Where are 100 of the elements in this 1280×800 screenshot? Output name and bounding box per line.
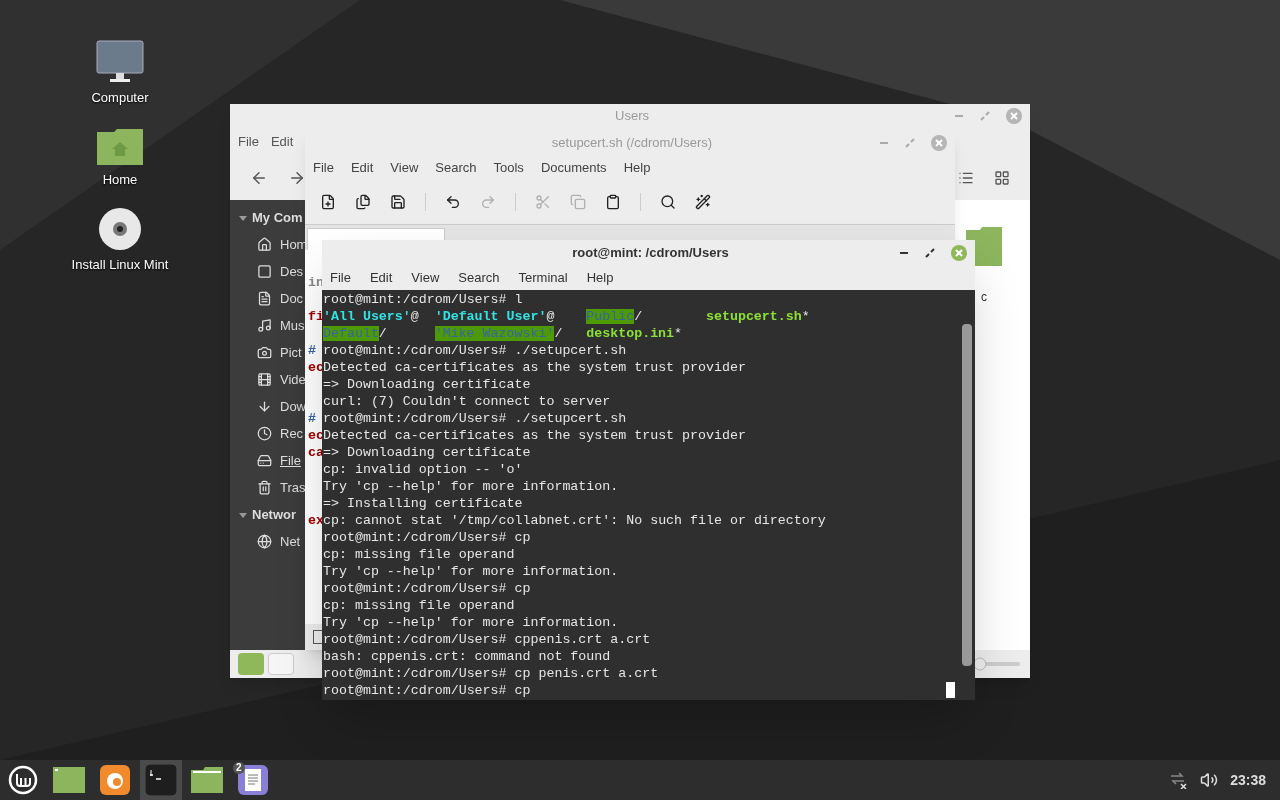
sidebar-item[interactable]: Vide bbox=[280, 369, 306, 390]
file-type-suffix: / bbox=[378, 326, 387, 341]
menu-item[interactable]: Search bbox=[435, 157, 477, 178]
terminal-line: cp: missing file operand bbox=[323, 546, 515, 563]
file-name: 'Default User' bbox=[434, 309, 547, 324]
volume-icon[interactable] bbox=[1200, 771, 1219, 789]
text-editor-icon[interactable] bbox=[238, 765, 268, 795]
sidebar-item[interactable]: Mus bbox=[280, 315, 305, 336]
menu-item[interactable]: Search bbox=[458, 267, 500, 288]
grid-view-icon[interactable] bbox=[994, 170, 1010, 186]
terminal-line: root@mint:/cdrom/Users# cp bbox=[323, 682, 531, 699]
paste-icon[interactable] bbox=[605, 194, 621, 210]
file-label[interactable]: c bbox=[981, 288, 987, 306]
terminal-line: Detected ca-certificates as the system trust provider bbox=[323, 359, 746, 376]
sidebar-item-icon bbox=[257, 318, 272, 333]
file-name: setupcert.sh bbox=[706, 309, 802, 324]
monitor-icon[interactable] bbox=[96, 40, 144, 84]
file-type-suffix: / bbox=[634, 309, 643, 324]
terminal-line: Try 'cp --help' for more information. bbox=[323, 614, 619, 631]
terminal-line: root@mint:/cdrom/Users# cp bbox=[323, 580, 531, 597]
sidebar-heading: Networ bbox=[252, 505, 297, 524]
sidebar-item[interactable]: File bbox=[280, 450, 301, 471]
replace-icon[interactable] bbox=[695, 194, 711, 210]
sidebar-item[interactable]: Dow bbox=[280, 396, 306, 417]
terminal-line: root@mint:/cdrom/Users# ./setupcert.sh bbox=[323, 342, 627, 359]
menu-item[interactable]: Edit bbox=[350, 157, 374, 178]
menu-item[interactable]: Help bbox=[623, 157, 651, 178]
menu-item[interactable]: Edit bbox=[369, 267, 393, 288]
menu-item[interactable]: File bbox=[313, 157, 334, 178]
clock[interactable]: 23:38 bbox=[1230, 769, 1266, 791]
terminal-line: curl: (7) Couldn't connect to server bbox=[323, 393, 611, 410]
terminal-line: => Downloading certificate bbox=[323, 444, 531, 461]
terminal-line: cp: missing file operand bbox=[323, 597, 515, 614]
file-name: Public bbox=[586, 309, 635, 324]
menu-item[interactable]: Terminal bbox=[518, 267, 568, 288]
scrollbar[interactable] bbox=[962, 324, 972, 666]
window-count-badge: 2 bbox=[233, 762, 245, 774]
desktop-icon-label[interactable]: Home bbox=[102, 169, 138, 189]
terminal-line: root@mint:/cdrom/Users# cp penis.crt a.crt bbox=[323, 665, 659, 682]
search-icon[interactable] bbox=[660, 194, 676, 210]
save-icon[interactable] bbox=[390, 194, 406, 210]
sidebar-item[interactable]: Rec bbox=[280, 423, 304, 444]
file-type-suffix: @ bbox=[546, 309, 555, 324]
network-disconnected-icon[interactable] bbox=[1168, 771, 1189, 789]
file-name: desktop.ini bbox=[586, 326, 675, 341]
sidebar-item[interactable]: Des bbox=[280, 261, 304, 282]
terminal-line: cp: invalid option -- 'o' bbox=[323, 461, 523, 478]
folder-icon[interactable] bbox=[191, 767, 223, 793]
desktop-icon-label[interactable]: Computer bbox=[91, 88, 149, 108]
file-type-suffix: / bbox=[554, 326, 563, 341]
menu-item[interactable]: File bbox=[238, 132, 259, 152]
code-fragment: # bbox=[308, 343, 316, 358]
code-fragment: # bbox=[308, 411, 316, 426]
terminal-line: root@mint:/cdrom/Users# ./setupcert.sh bbox=[323, 410, 627, 427]
list-view-icon[interactable] bbox=[958, 170, 974, 186]
menu-item[interactable]: Documents bbox=[540, 157, 607, 178]
menu-item[interactable]: View bbox=[411, 267, 440, 288]
menu-item[interactable]: View bbox=[390, 157, 419, 178]
undo-icon[interactable] bbox=[445, 194, 461, 210]
sidebar-item-icon bbox=[257, 264, 272, 279]
taskbar-app[interactable]: 2 bbox=[232, 760, 274, 800]
file-type-suffix: * bbox=[674, 326, 683, 341]
new-icon[interactable] bbox=[320, 194, 336, 210]
sidebar-item-icon bbox=[257, 480, 272, 495]
file-name: 'Mike Wazowski' bbox=[434, 326, 555, 341]
maximize-icon[interactable] bbox=[925, 247, 935, 258]
file-type-suffix: @ bbox=[410, 309, 419, 324]
browser-icon[interactable] bbox=[100, 765, 130, 795]
sidebar-item-icon bbox=[257, 345, 272, 360]
window-title: setupcert.sh (/cdrom/Users) bbox=[551, 133, 713, 152]
forward-icon[interactable] bbox=[288, 169, 306, 187]
terminal-line: cp: cannot stat '/tmp/collabnet.crt': No such file or directory bbox=[323, 512, 826, 529]
menu-item[interactable]: File bbox=[330, 267, 351, 288]
sidebar-item[interactable]: Pict bbox=[280, 342, 302, 363]
menu-logo-icon[interactable] bbox=[8, 765, 38, 795]
code-fragment: fi bbox=[308, 309, 324, 324]
file-name: Default bbox=[323, 326, 379, 341]
disc-icon[interactable] bbox=[98, 207, 142, 251]
sidebar-item-icon bbox=[257, 399, 272, 414]
sidebar-item-icon bbox=[257, 453, 272, 468]
terminal-line: root@mint:/cdrom/Users# l bbox=[323, 291, 523, 308]
file-name: 'All Users' bbox=[323, 309, 411, 324]
terminal-line: root@mint:/cdrom/Users# cp bbox=[323, 529, 531, 546]
sidebar-item-icon bbox=[257, 426, 272, 441]
menu-item[interactable]: Edit bbox=[270, 132, 294, 152]
back-icon[interactable] bbox=[250, 169, 268, 187]
terminal-line: => Installing certificate bbox=[323, 495, 523, 512]
terminal-line: bash: cppenis.crt: command not found bbox=[323, 648, 611, 665]
sidebar-item[interactable]: Doc bbox=[280, 288, 304, 309]
open-icon[interactable] bbox=[355, 194, 371, 210]
sidebar-heading: My Com bbox=[252, 208, 303, 227]
sidebar-item-icon bbox=[257, 291, 272, 306]
menu-item[interactable]: Help bbox=[586, 267, 614, 288]
window-title: root@mint: /cdrom/Users bbox=[572, 243, 729, 262]
sidebar-item[interactable]: Net bbox=[280, 531, 301, 552]
sidebar-item[interactable]: Tras bbox=[280, 477, 306, 498]
menu-item[interactable]: Tools bbox=[493, 157, 524, 178]
terminal-line: Try 'cp --help' for more information. bbox=[323, 478, 619, 495]
window-title: Users bbox=[615, 107, 649, 126]
desktop-icon-label[interactable]: Install Linux Mint bbox=[71, 255, 169, 275]
